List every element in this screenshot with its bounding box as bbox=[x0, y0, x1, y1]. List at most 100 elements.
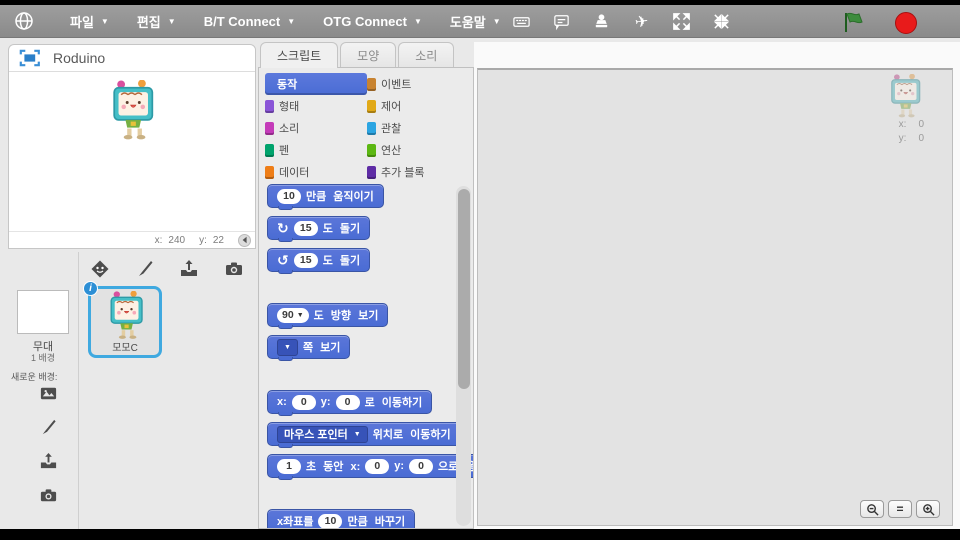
sprite-card-momoc[interactable]: i 모모C bbox=[83, 281, 162, 358]
keyboard-icon[interactable] bbox=[512, 12, 531, 31]
block-go-to-xy[interactable]: x: 0 y: 0 로 이동하기 bbox=[267, 390, 433, 416]
stage-y-label: y: bbox=[199, 234, 207, 246]
new-sprite-toolbar bbox=[78, 256, 256, 282]
zoom-reset-button[interactable]: = bbox=[888, 500, 912, 518]
block-move-steps[interactable]: 10 만큼 움직이기 bbox=[267, 184, 384, 210]
fullscreen-icon[interactable] bbox=[19, 49, 41, 67]
chevron-down-icon: ▼ bbox=[353, 430, 361, 438]
menu-label: OTG Connect bbox=[323, 13, 407, 29]
category-color-chip bbox=[367, 99, 376, 113]
sprite-name: 모모C bbox=[112, 343, 138, 354]
value-input[interactable]: 0 bbox=[291, 394, 316, 410]
block-go-to-mouse-pointer[interactable]: 마우스 포인터 ▼ 위치로 이동하기 bbox=[267, 422, 461, 448]
comment-icon[interactable] bbox=[552, 12, 571, 31]
block-label: x: bbox=[277, 396, 287, 408]
collapse-stage-button[interactable] bbox=[238, 233, 251, 247]
menu-1[interactable]: 편집 ▼ bbox=[123, 5, 190, 38]
category-color-chip bbox=[265, 165, 274, 179]
category-3[interactable]: 제어 bbox=[367, 95, 465, 117]
category-label: 소리 bbox=[279, 123, 300, 135]
green-flag-icon[interactable] bbox=[843, 11, 867, 33]
category-6[interactable]: 펜 bbox=[265, 139, 367, 161]
paint-brush-icon[interactable] bbox=[134, 258, 156, 280]
stage-coordinates-bar: x: 240 y: 22 bbox=[9, 231, 255, 248]
value-input[interactable]: 15 bbox=[293, 252, 318, 268]
value-input[interactable]: 10 bbox=[318, 513, 343, 528]
new-sprite-library-icon[interactable] bbox=[89, 258, 111, 280]
block-point-in-direction[interactable]: 90 ▼ 도 방향 보기 bbox=[267, 303, 389, 329]
stop-button[interactable] bbox=[895, 12, 917, 34]
palette-body: 동작 이벤트 형태 제어소리 관찰펜 연산데이터 추가 블록 10 만큼 움직이기 ↻ 15 도 돌… bbox=[258, 67, 474, 529]
category-grid: 동작 이벤트 형태 제어소리 관찰펜 연산데이터 추가 블록 bbox=[265, 73, 465, 183]
category-4[interactable]: 소리 bbox=[265, 117, 367, 139]
scripts-canvas[interactable]: x: 0 y: 0 = bbox=[477, 68, 953, 526]
zoom-in-button[interactable] bbox=[916, 500, 940, 518]
category-2[interactable]: 형태 bbox=[265, 95, 367, 117]
sprite-info-icon[interactable]: i bbox=[83, 281, 98, 296]
block-dropdown[interactable]: 마우스 포인터 ▼ bbox=[277, 425, 368, 443]
chevron-down-icon: ▼ bbox=[492, 16, 501, 26]
scripts-area-wrapper: x: 0 y: 0 = bbox=[474, 42, 960, 529]
category-color-chip bbox=[367, 143, 376, 157]
block-glide-to-xy[interactable]: 1초 동안 x:0y:0으로 움직이기 bbox=[267, 454, 473, 480]
value-input[interactable]: 0 bbox=[365, 458, 390, 474]
scrollbar-thumb[interactable] bbox=[457, 189, 470, 389]
menu-2[interactable]: B/T Connect ▼ bbox=[190, 5, 309, 38]
menu-4[interactable]: 도움말 ▼ bbox=[436, 5, 515, 38]
block-label: 도 방향 보기 bbox=[313, 310, 379, 322]
tab-bar: 스크립트 모양 소리 bbox=[260, 42, 455, 68]
zoom-controls: = bbox=[860, 500, 940, 518]
value-input[interactable]: 1 bbox=[277, 458, 301, 474]
tab-1[interactable]: 모양 bbox=[340, 42, 397, 67]
coord-y-value: 0 bbox=[918, 133, 924, 144]
block-turn-cw[interactable]: ↻ 15 도 돌기 bbox=[267, 216, 371, 242]
category-label: 데이터 bbox=[279, 167, 310, 179]
airplane-icon[interactable]: ✈ bbox=[632, 12, 651, 32]
block-dropdown[interactable]: ▼ bbox=[277, 338, 298, 356]
category-0[interactable]: 동작 bbox=[265, 73, 367, 95]
language-globe-icon[interactable] bbox=[14, 11, 34, 31]
shrink-sprite-icon[interactable] bbox=[712, 12, 731, 31]
category-1[interactable]: 이벤트 bbox=[367, 73, 465, 95]
category-label: 동작 bbox=[277, 79, 298, 91]
category-8[interactable]: 데이터 bbox=[265, 161, 367, 183]
category-label: 펜 bbox=[279, 145, 290, 157]
zoom-out-button[interactable] bbox=[860, 500, 884, 518]
palette-scrollbar[interactable] bbox=[456, 186, 471, 526]
value-dropdown[interactable]: 90 ▼ bbox=[277, 307, 309, 323]
stage-sprite-momoc[interactable] bbox=[109, 79, 161, 147]
grow-sprite-icon[interactable] bbox=[672, 12, 691, 31]
toolbar-icons: ✈ bbox=[512, 5, 731, 38]
paint-backdrop-icon[interactable] bbox=[37, 416, 59, 438]
value-input[interactable]: 0 bbox=[335, 394, 360, 410]
chevron-down-icon: ▼ bbox=[413, 16, 422, 26]
category-label: 관찰 bbox=[381, 123, 402, 135]
camera-backdrop-icon[interactable] bbox=[37, 484, 59, 506]
block-label: y: bbox=[394, 460, 405, 472]
category-7[interactable]: 연산 bbox=[367, 139, 465, 161]
backdrop-library-icon[interactable] bbox=[37, 382, 59, 404]
category-color-chip bbox=[367, 77, 376, 91]
tab-0[interactable]: 스크립트 bbox=[260, 42, 339, 68]
menu-label: 파일 bbox=[70, 14, 94, 30]
category-5[interactable]: 관찰 bbox=[367, 117, 465, 139]
menu-bar: 파일 ▼ 편집 ▼ B/T Connect ▼ OTG Connect ▼ 도움말 ▼ ✈ bbox=[0, 5, 960, 38]
value-input[interactable]: 10 bbox=[277, 188, 301, 204]
stamp-duplicate-icon[interactable] bbox=[592, 12, 611, 31]
stage-canvas[interactable] bbox=[9, 72, 255, 231]
category-9[interactable]: 추가 블록 bbox=[367, 161, 465, 183]
value-input[interactable]: 0 bbox=[409, 458, 434, 474]
block-change-x-by[interactable]: x좌표를 10 만큼 바꾸기 bbox=[267, 509, 416, 528]
block-point-towards[interactable]: ▼ 쪽 보기 bbox=[267, 335, 351, 361]
camera-icon[interactable] bbox=[223, 258, 245, 280]
menu-3[interactable]: OTG Connect ▼ bbox=[309, 5, 436, 38]
value-input[interactable]: 15 bbox=[293, 220, 318, 236]
upload-backdrop-icon[interactable] bbox=[37, 450, 59, 472]
turn-counterclockwise-icon: ↺ bbox=[277, 252, 289, 268]
block-turn-ccw[interactable]: ↺ 15 도 돌기 bbox=[267, 248, 371, 274]
upload-icon[interactable] bbox=[178, 258, 200, 280]
tab-2[interactable]: 소리 bbox=[398, 42, 455, 67]
menu-0[interactable]: 파일 ▼ bbox=[56, 5, 123, 38]
stage-thumbnail[interactable] bbox=[17, 290, 69, 334]
block-label: 쪽 보기 bbox=[302, 342, 341, 354]
